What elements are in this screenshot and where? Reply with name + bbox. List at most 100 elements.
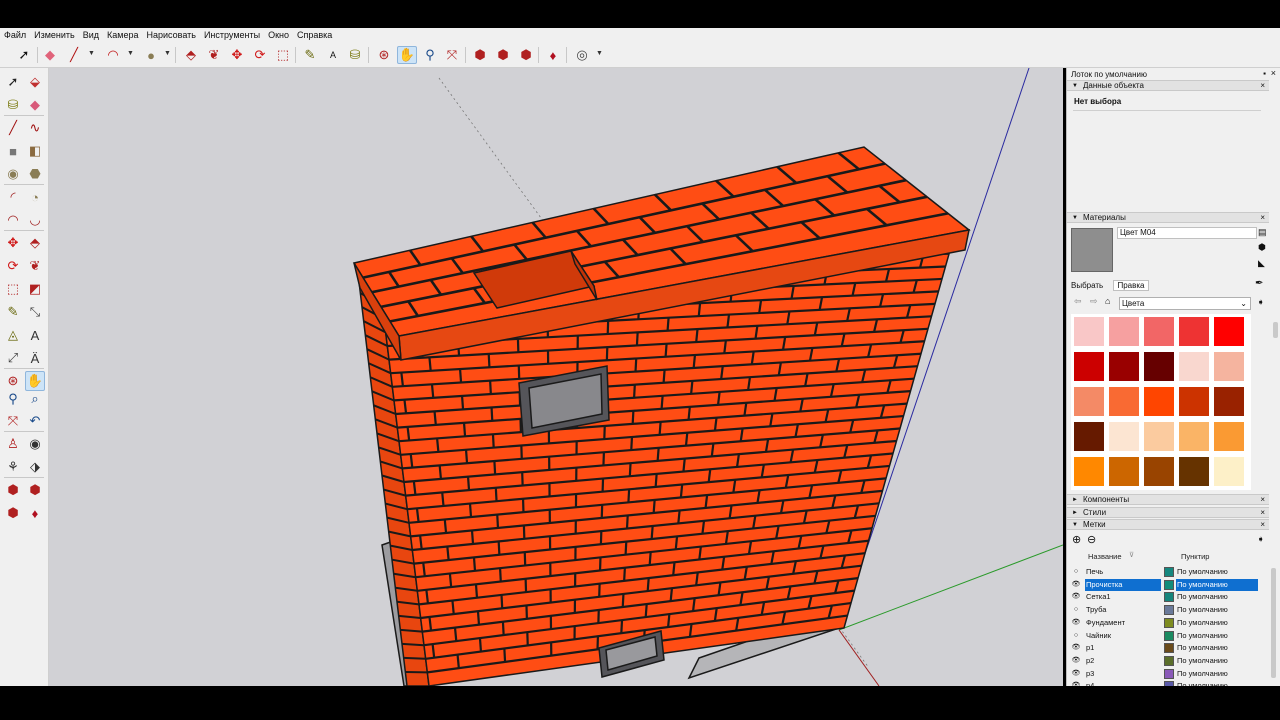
close-icon[interactable]: × [1260,495,1265,505]
shape-icon[interactable]: ● [141,46,161,64]
material-swatch[interactable] [1178,386,1210,417]
eye-hidden-icon[interactable]: ○ [1071,630,1081,642]
extension-icon[interactable]: ⬢ [493,46,513,64]
three-point-arc-icon[interactable]: ◡ [25,210,45,230]
extension-icon[interactable]: ⬢ [25,480,45,500]
eye-icon[interactable]: 👁 [1071,579,1081,591]
material-swatch[interactable] [1143,456,1175,487]
tag-row[interactable]: 👁 р2 По умолчанию [1067,655,1262,668]
eye-icon[interactable]: 👁 [1071,617,1081,629]
material-swatch[interactable] [1178,456,1210,487]
3d-viewport[interactable] [49,68,1063,686]
position-camera-icon[interactable]: ♙ [3,434,23,454]
components-header[interactable]: ► Компоненты × [1067,494,1269,505]
eraser-icon[interactable]: ◆ [40,46,60,64]
column-name[interactable]: Название [1088,552,1122,561]
eye-icon[interactable]: 👁 [1071,642,1081,654]
pie-icon[interactable]: ◔ [25,187,45,207]
create-material-icon[interactable]: ▤ [1258,227,1267,238]
previous-view-icon[interactable]: ↶ [25,411,45,431]
tag-name[interactable]: Фундамент [1085,617,1161,629]
ruby-icon[interactable]: ♦ [543,46,563,64]
scale-icon[interactable]: ⬚ [273,46,293,64]
circle-icon[interactable]: ◉ [3,164,23,184]
tag-color-swatch[interactable] [1164,655,1174,666]
tag-color-swatch[interactable] [1164,567,1174,577]
share-icon[interactable]: ⬢ [3,503,23,523]
tag-color-swatch[interactable] [1164,617,1174,628]
scrollbar[interactable] [1273,322,1278,338]
tag-dash-style[interactable]: По умолчанию [1176,630,1258,642]
tag-row[interactable]: 👁 Фундамент По умолчанию [1067,617,1262,630]
scrollbar[interactable] [1271,568,1276,678]
follow-me-icon[interactable]: ❦ [204,46,224,64]
menu-edit[interactable]: Изменить [34,30,75,40]
material-swatch[interactable] [1213,421,1245,452]
polygon-icon[interactable]: ⬣ [25,164,45,184]
arc-icon[interactable]: ◠ [103,46,123,64]
tag-dash-style[interactable]: По умолчанию [1176,591,1258,603]
tag-color-swatch[interactable] [1164,643,1174,654]
push-pull-icon[interactable]: ⬘ [181,46,201,64]
select-icon[interactable]: ➚ [14,46,34,64]
rectangle-icon[interactable]: ■ [3,141,23,161]
close-icon[interactable]: × [1260,213,1265,223]
rotated-rectangle-icon[interactable]: ◧ [25,141,45,161]
scale-icon[interactable]: ⬚ [3,279,23,299]
make-component-icon[interactable]: ⬙ [25,72,45,92]
menu-draw[interactable]: Нарисовать [147,30,196,40]
tags-header[interactable]: ▼ Метки × [1067,519,1269,530]
menu-file[interactable]: Файл [4,30,26,40]
protractor-icon[interactable]: ◬ [3,325,23,345]
tag-dash-style[interactable]: По умолчанию [1176,668,1258,680]
3d-text-icon[interactable]: Ä [25,348,45,368]
eyedropper-icon[interactable]: ✒ [1255,278,1263,289]
rotate-icon[interactable]: ⟳ [3,256,23,276]
eraser-icon[interactable]: ◆ [25,95,45,115]
menu-view[interactable]: Вид [83,30,99,40]
material-swatch[interactable] [1073,456,1105,487]
material-swatch[interactable] [1178,421,1210,452]
tag-name[interactable]: Печь [1085,566,1161,578]
pan-icon[interactable]: ✋ [25,371,45,391]
close-icon[interactable]: × [1271,68,1276,78]
menu-camera[interactable]: Камера [107,30,138,40]
library-select[interactable]: Цвета ⌄ [1119,297,1251,310]
material-swatch[interactable] [1073,316,1105,347]
text-icon[interactable]: A [323,46,343,64]
material-swatch[interactable] [1143,386,1175,417]
tag-color-swatch[interactable] [1164,630,1174,641]
details-arrow-icon[interactable]: ➧ [1257,297,1265,308]
orbit-icon[interactable]: ⊛ [3,371,23,391]
tag-row[interactable]: ○ Труба По умолчанию [1067,604,1262,617]
tag-row[interactable]: 👁 р1 По умолчанию [1067,642,1262,655]
pin-icon[interactable]: ▪ [1263,69,1266,78]
account-icon[interactable]: ◎ [572,46,592,64]
rotate-icon[interactable]: ⟳ [250,46,270,64]
zoom-icon[interactable]: ⚲ [3,389,23,409]
eye-hidden-icon[interactable]: ○ [1071,604,1081,616]
eye-icon[interactable]: 👁 [1071,591,1081,603]
material-swatch[interactable] [1073,421,1105,452]
material-swatch[interactable] [1178,316,1210,347]
walk-icon[interactable]: ⚘ [3,457,23,477]
tag-color-swatch[interactable] [1164,605,1174,616]
follow-me-icon[interactable]: ❦ [25,256,45,276]
tab-edit[interactable]: Правка [1113,280,1149,291]
material-swatch[interactable] [1213,316,1245,347]
tag-name[interactable]: р1 [1085,642,1161,654]
material-swatch[interactable] [1073,386,1105,417]
tag-row[interactable]: ○ Чайник По умолчанию [1067,630,1262,643]
zoom-icon[interactable]: ⚲ [420,46,440,64]
tag-name[interactable]: Прочистка [1085,578,1161,591]
pan-icon[interactable]: ✋ [397,46,417,64]
tag-color-swatch[interactable] [1164,579,1174,590]
sort-icon[interactable]: ⊽ [1129,551,1134,559]
paint-bucket-icon[interactable]: ⛁ [3,95,23,115]
zoom-window-icon[interactable]: ⌕ [25,389,45,409]
two-point-arc-icon[interactable]: ◠ [3,210,23,230]
share-icon[interactable]: ⬢ [516,46,536,64]
warehouse-icon[interactable]: ⬢ [470,46,490,64]
tag-name[interactable]: р2 [1085,655,1161,667]
close-icon[interactable]: × [1260,81,1265,91]
